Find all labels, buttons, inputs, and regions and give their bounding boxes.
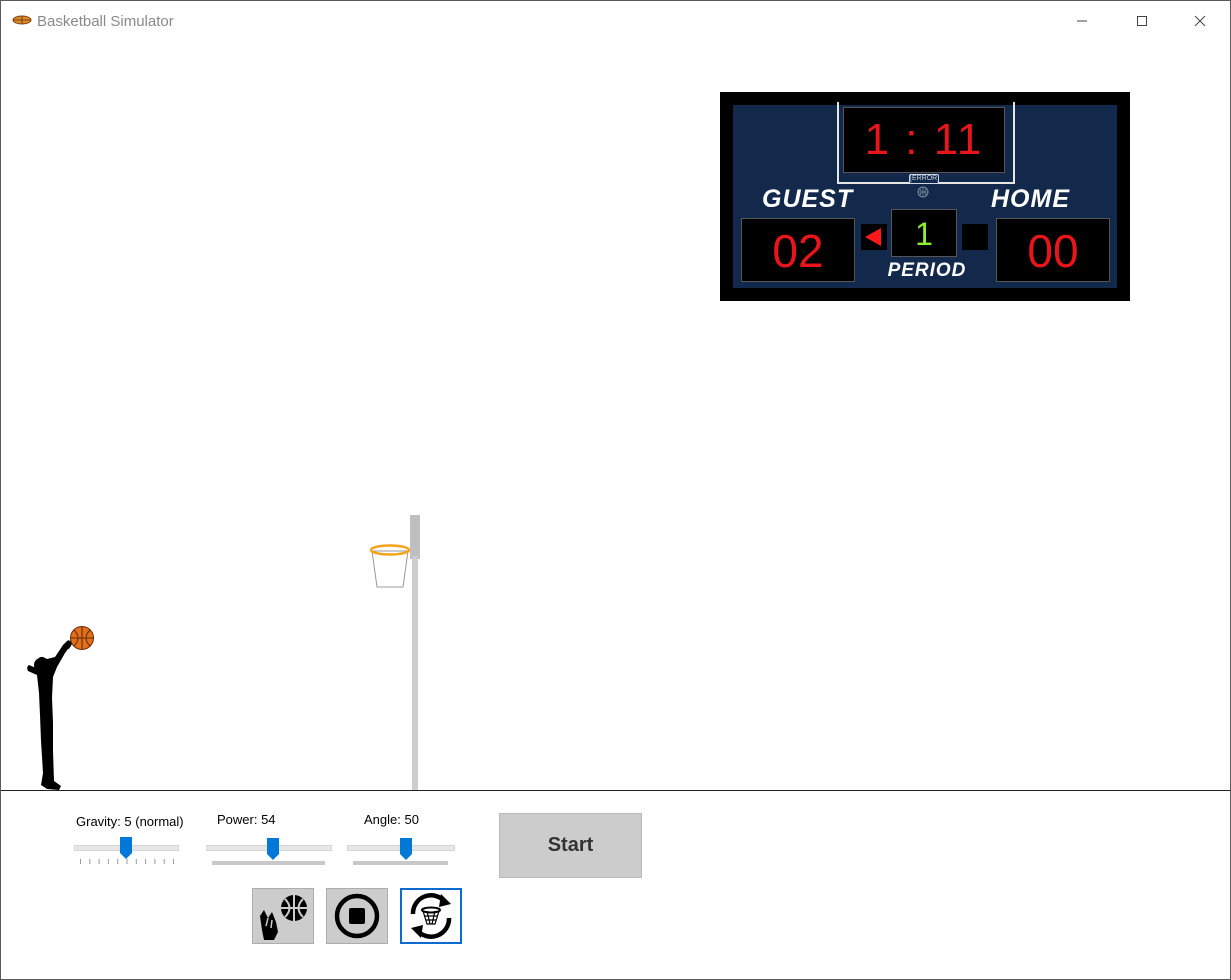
angle-slider-bar (353, 861, 448, 865)
angle-slider-thumb[interactable] (400, 838, 412, 860)
possession-arrow-guest (861, 224, 887, 250)
court-floor-line (1, 790, 1230, 791)
stop-icon (334, 893, 380, 939)
minimize-icon (1077, 20, 1087, 22)
reset-button[interactable] (400, 888, 462, 944)
arrow-left-icon (865, 228, 881, 246)
start-button[interactable]: Start (499, 813, 642, 878)
gravity-slider-ticks (80, 859, 174, 864)
period-text: 1 (915, 216, 933, 252)
shoot-button[interactable] (252, 888, 314, 944)
possession-arrow-home (962, 224, 988, 250)
guest-label: GUEST (762, 185, 854, 213)
basketball-icon (917, 185, 929, 203)
app-window: Basketball Simulator 1 : 11 [ERROR] GUES… (0, 0, 1231, 980)
power-slider-thumb[interactable] (267, 838, 279, 860)
hoop-net (367, 541, 415, 596)
stop-button[interactable] (326, 888, 388, 944)
close-button[interactable] (1171, 1, 1229, 41)
minimize-button[interactable] (1053, 1, 1111, 41)
maximize-icon (1137, 16, 1147, 26)
gravity-slider-thumb[interactable] (120, 837, 132, 859)
period-display: 1 (891, 209, 957, 257)
horn-label: [ERROR] (909, 174, 940, 184)
home-score-text: 00 (1027, 225, 1079, 277)
reset-hoop-icon (410, 893, 452, 939)
scoreboard: 1 : 11 [ERROR] GUEST HOME 02 1 00 PERIOD (720, 92, 1130, 301)
angle-label: Angle: 50 (364, 812, 419, 827)
home-label: HOME (991, 185, 1070, 213)
game-clock: 1 : 11 (843, 107, 1005, 173)
game-clock-text: 1 : 11 (864, 115, 984, 164)
gravity-label: Gravity: 5 (normal) (76, 814, 184, 829)
scoreboard-panel: 1 : 11 [ERROR] GUEST HOME 02 1 00 PERIOD (733, 102, 1117, 288)
period-label: PERIOD (887, 260, 967, 281)
basketball (69, 625, 95, 656)
window-title: Basketball Simulator (37, 13, 174, 30)
guest-score: 02 (741, 218, 855, 282)
close-icon (1194, 15, 1206, 27)
hand-basketball-icon (260, 895, 307, 940)
maximize-button[interactable] (1113, 1, 1171, 41)
power-slider-bar (212, 861, 325, 865)
power-label: Power: 54 (217, 812, 276, 827)
basketball-app-icon (11, 12, 33, 28)
home-score: 00 (996, 218, 1110, 282)
guest-score-text: 02 (772, 225, 824, 277)
title-bar[interactable]: Basketball Simulator (1, 1, 1230, 41)
